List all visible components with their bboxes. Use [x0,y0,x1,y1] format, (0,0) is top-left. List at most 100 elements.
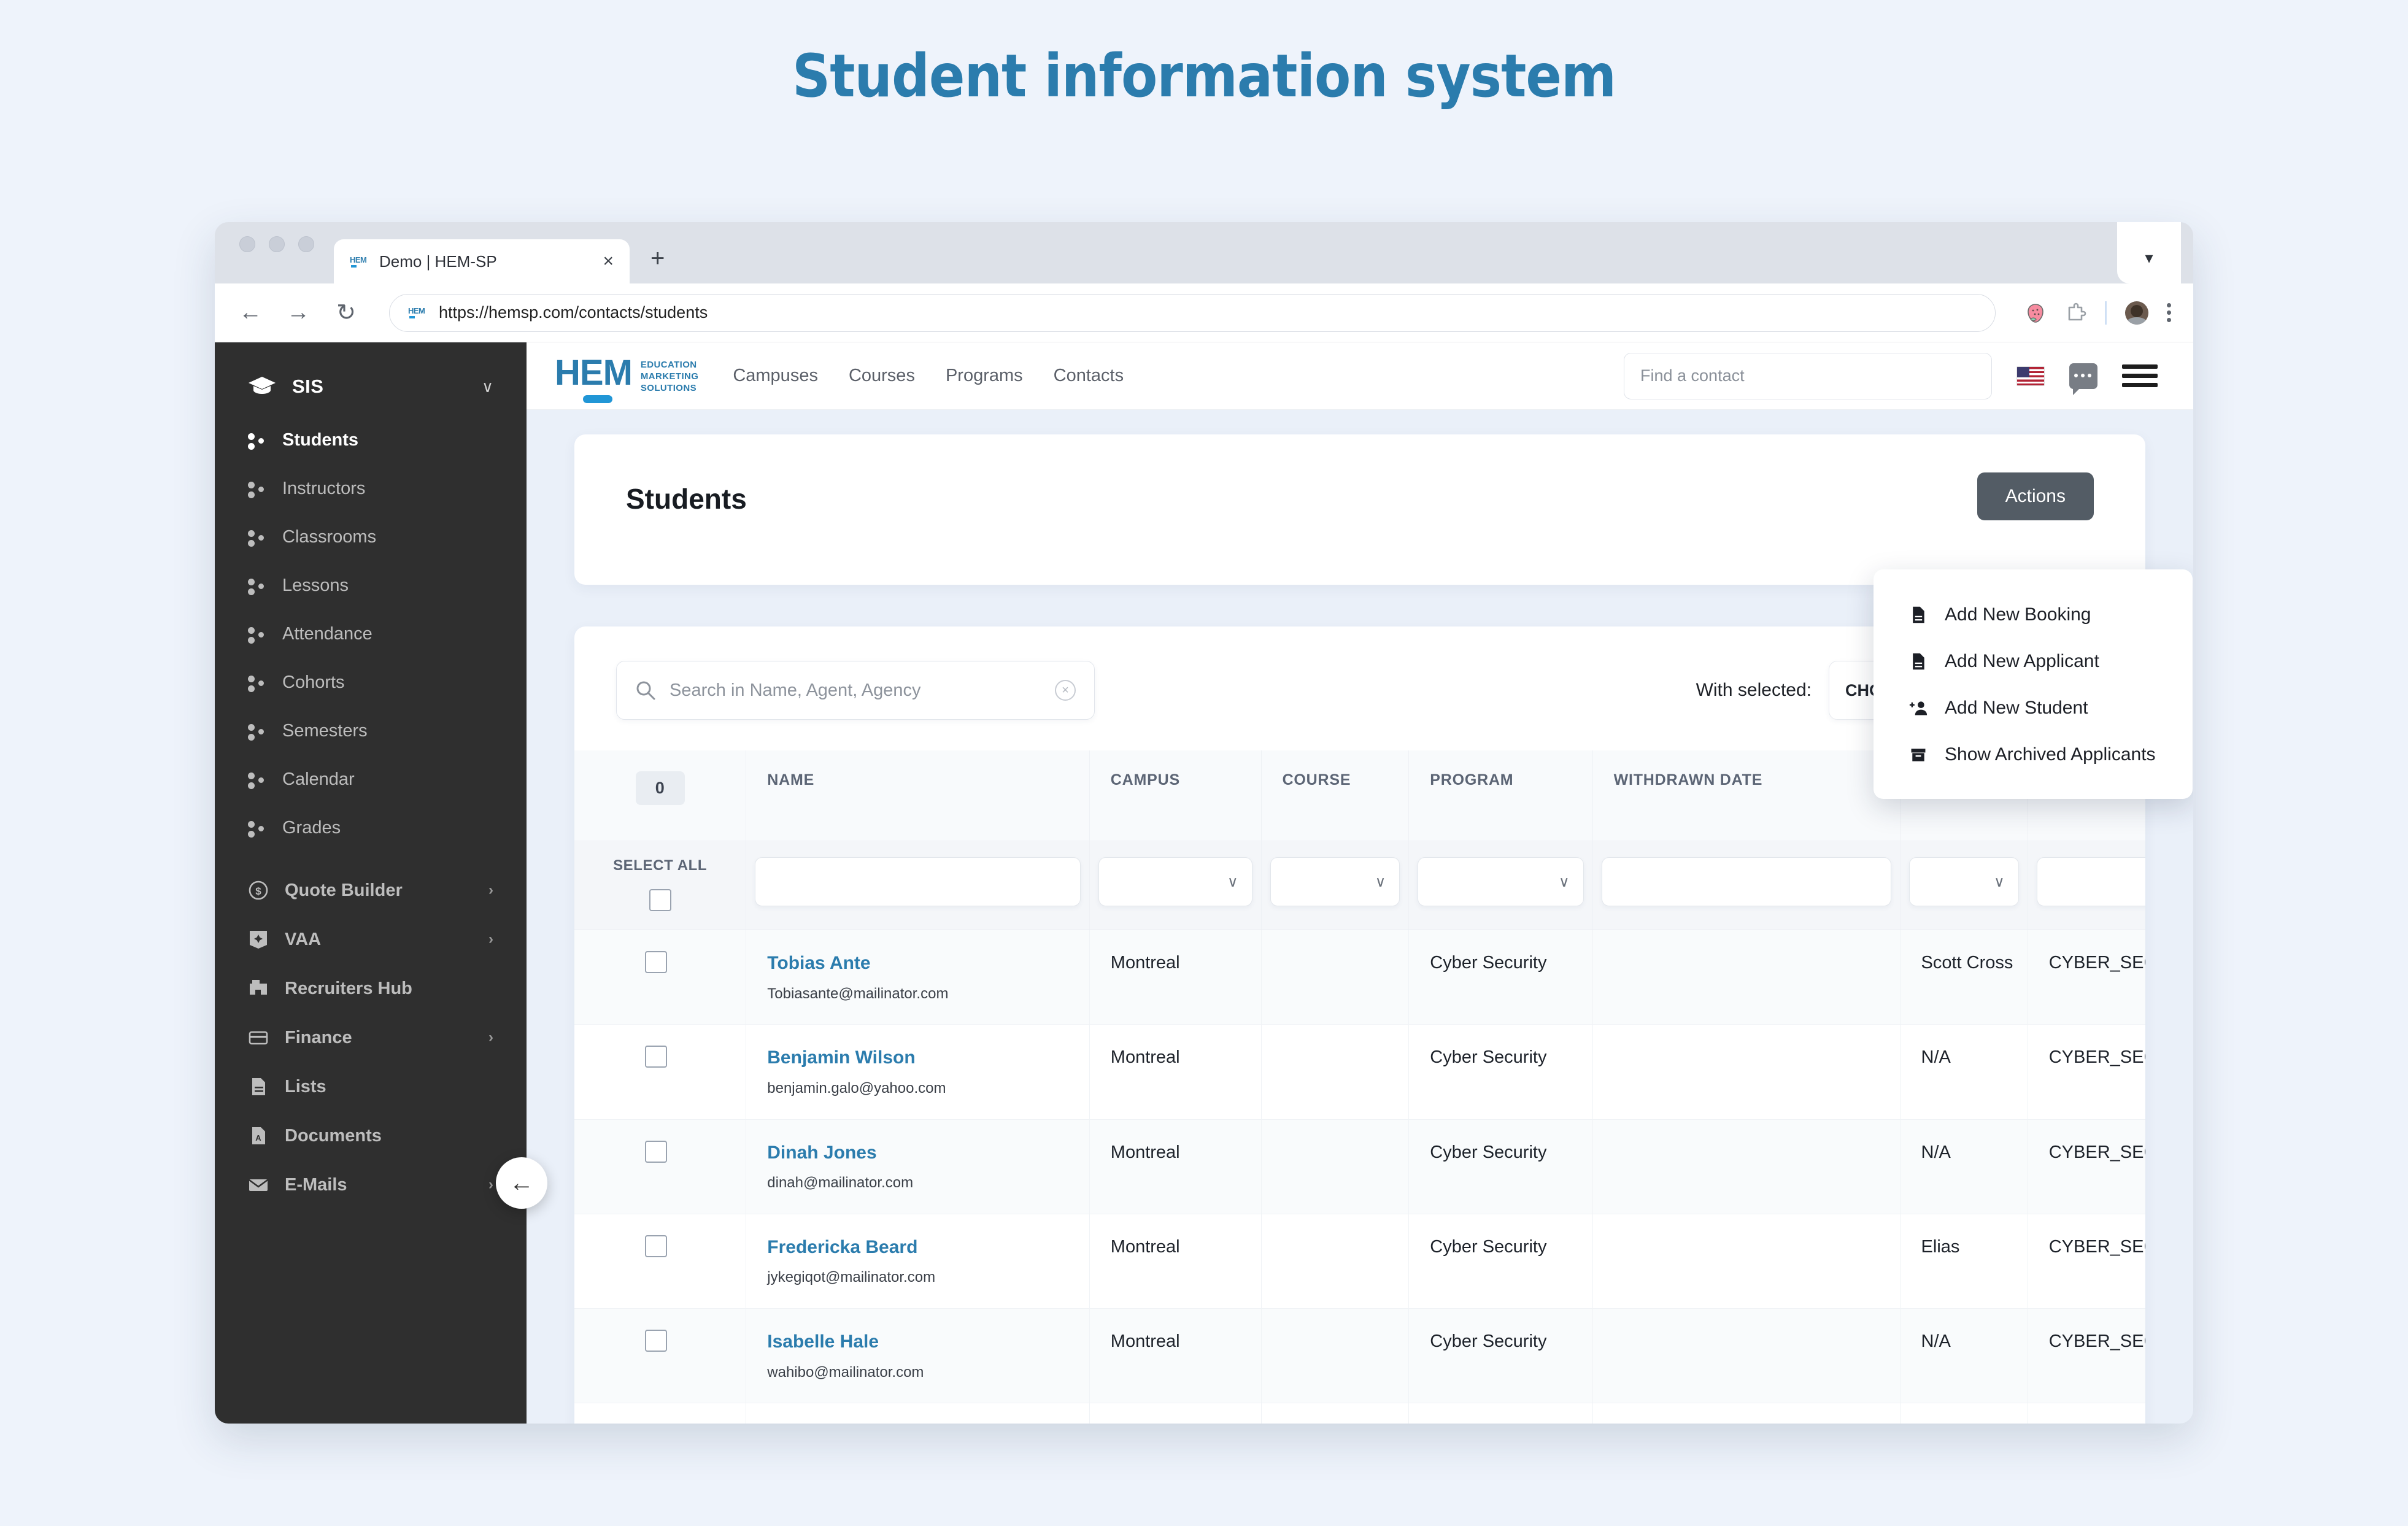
cell-course [1261,1308,1410,1404]
menu-item-add-new-student[interactable]: Add New Student [1874,685,2193,731]
table-row[interactable]: Tobias Ante Tobiasante@mailinator.com Mo… [574,930,2145,1025]
sidebar-item-finance[interactable]: Finance › [215,1013,527,1062]
menu-item-add-new-applicant[interactable]: Add New Applicant [1874,638,2193,685]
svg-text:A: A [255,1133,261,1143]
actions-button[interactable]: Actions [1977,472,2094,520]
menu-item-add-new-booking[interactable]: Add New Booking [1874,592,2193,638]
chevron-right-icon[interactable]: › [488,931,493,948]
sidebar-item-semesters[interactable]: Semesters [215,707,527,755]
address-bar[interactable]: HEM https://hemsp.com/contacts/students [389,293,1996,332]
column-campus[interactable]: CAMPUS [1089,750,1262,841]
us-flag-icon[interactable] [2016,366,2045,386]
chevron-right-icon[interactable]: › [488,1029,493,1046]
chevron-down-icon[interactable]: ∨ [482,377,493,396]
chevron-right-icon[interactable]: › [488,1176,493,1193]
sidebar-item-cohorts[interactable]: Cohorts [215,658,527,707]
sidebar-item-label: Instructors [282,479,366,498]
nav-programs[interactable]: Programs [946,366,1023,386]
chat-bubble-icon[interactable] [2069,363,2097,395]
strawberry-icon[interactable] [2025,302,2046,324]
menu-item-show-archived-applicants[interactable]: Show Archived Applicants [1874,731,2193,778]
student-name-link[interactable]: Isabelle Hale [767,1330,1081,1354]
select-all-label: SELECT ALL [613,857,708,874]
sidebar-section-sis[interactable]: SIS ∨ [215,353,527,416]
sidebar-item-lessons[interactable]: Lessons [215,561,527,610]
new-tab-button[interactable]: + [650,245,665,283]
sidebar-divider [215,852,527,866]
student-name-link[interactable]: Fredericka Beard [767,1235,1081,1260]
sidebar-item-recruiters-hub[interactable]: Recruiters Hub [215,964,527,1013]
filter-withdrawn-date-input[interactable] [1601,857,1891,906]
menu-item-label: Show Archived Applicants [1945,744,2156,765]
chevron-down-icon[interactable]: ▾ [2132,241,2166,275]
logo-tagline-line2: MARKETING [640,371,699,382]
column-course[interactable]: COURSE [1261,750,1410,841]
table-row[interactable]: Daria Fitzpatrick tefojotih@mailinator.c… [574,1403,2145,1424]
sidebar-collapse-button[interactable]: ← [496,1157,547,1209]
row-checkbox[interactable] [644,1140,667,1163]
extensions-icon[interactable] [2064,302,2086,324]
chevron-down-icon: ∨ [1375,873,1386,890]
people-dots-icon [248,771,266,789]
avatar[interactable] [2125,301,2148,325]
column-name[interactable]: NAME [746,750,1090,841]
sidebar-item-instructors[interactable]: Instructors [215,464,527,513]
row-checkbox[interactable] [644,951,667,973]
cell-course [1261,930,1410,1025]
search-input[interactable]: Search in Name, Agent, Agency × [616,661,1095,720]
select-all-checkbox[interactable] [649,889,671,911]
close-icon[interactable]: × [603,252,614,271]
sidebar-item-calendar[interactable]: Calendar [215,755,527,804]
student-name-link[interactable]: Dinah Jones [767,1141,1081,1165]
people-dots-icon [248,431,266,450]
row-checkbox[interactable] [644,1046,667,1068]
chevron-right-icon[interactable]: › [488,882,493,899]
row-checkbox[interactable] [644,1235,667,1257]
sidebar-item-attendance[interactable]: Attendance [215,610,527,658]
student-name-link[interactable]: Tobias Ante [767,951,1081,976]
reload-icon[interactable]: ↻ [333,299,360,326]
hamburger-menu-icon[interactable] [2122,364,2158,387]
window-minimize-dot[interactable] [269,236,285,252]
row-select-cell [574,1214,747,1309]
cell-course [1261,1024,1410,1120]
filter-course-select[interactable]: ∨ [1270,857,1400,906]
student-name-link[interactable]: Benjamin Wilson [767,1046,1081,1070]
column-withdrawn-date[interactable]: WITHDRAWN DATE [1592,750,1901,841]
table-row[interactable]: Fredericka Beard jykegiqot@mailinator.co… [574,1214,2145,1309]
clear-search-icon[interactable]: × [1055,680,1076,701]
graduation-cap-icon [248,376,276,398]
back-icon[interactable]: ← [237,299,264,326]
sidebar-item-grades[interactable]: Grades [215,804,527,852]
table-row[interactable]: Isabelle Hale wahibo@mailinator.com Mont… [574,1308,2145,1404]
window-controls[interactable] [239,222,314,283]
sidebar-item-emails[interactable]: E-Mails › [215,1160,527,1209]
browser-tab[interactable]: HEM Demo | HEM-SP × [334,239,630,283]
row-checkbox[interactable] [644,1330,667,1352]
table-row[interactable]: Benjamin Wilson benjamin.galo@yahoo.com … [574,1024,2145,1120]
find-contact-input[interactable]: Find a contact [1624,352,1992,399]
column-program[interactable]: PROGRAM [1408,750,1593,841]
search-placeholder: Search in Name, Agent, Agency [670,680,921,700]
filter-campus-select[interactable]: ∨ [1098,857,1252,906]
nav-courses[interactable]: Courses [849,366,915,386]
nav-contacts[interactable]: Contacts [1054,366,1124,386]
window-maximize-dot[interactable] [298,236,314,252]
sidebar-item-quote-builder[interactable]: $ Quote Builder › [215,866,527,915]
browser-menu-icon[interactable] [2167,303,2171,322]
table-row[interactable]: Dinah Jones dinah@mailinator.com Montrea… [574,1119,2145,1214]
sidebar-item-lists[interactable]: Lists [215,1062,527,1111]
pdf-document-icon: A [248,1125,269,1146]
forward-icon[interactable]: → [285,299,312,326]
people-dots-icon [248,722,266,741]
sidebar-item-vaa[interactable]: VAA › [215,915,527,964]
filter-cohort-select[interactable]: ∨ [2036,857,2145,906]
sidebar-item-documents[interactable]: A Documents [215,1111,527,1160]
filter-program-select[interactable]: ∨ [1418,857,1584,906]
sidebar-item-classrooms[interactable]: Classrooms [215,513,527,561]
filter-name-input[interactable] [755,857,1081,906]
sidebar-item-students[interactable]: Students [215,416,527,464]
filter-owner-select[interactable]: ∨ [1908,857,2019,906]
nav-campuses[interactable]: Campuses [733,366,818,386]
window-close-dot[interactable] [239,236,255,252]
